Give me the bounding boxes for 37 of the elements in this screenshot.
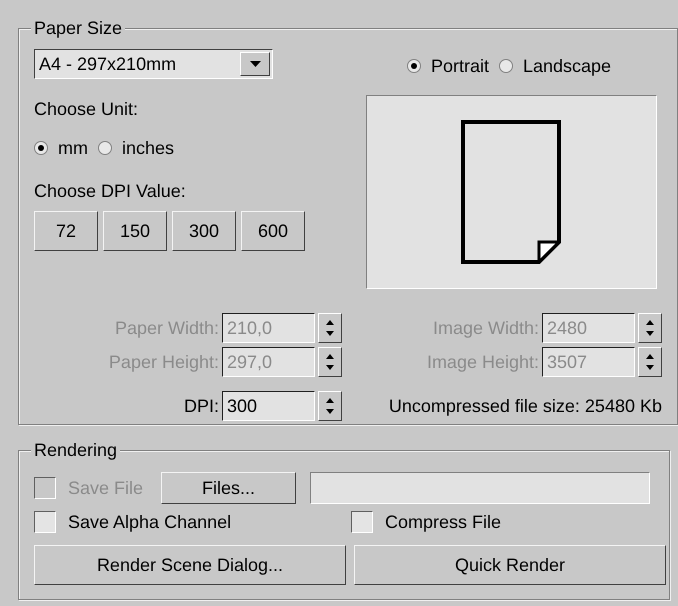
page-icon bbox=[461, 120, 561, 264]
files-button[interactable]: Files... bbox=[161, 472, 296, 504]
field-label: Paper Width: bbox=[114, 318, 219, 338]
radio-button[interactable] bbox=[406, 59, 421, 73]
render-button[interactable]: Render Scene Dialog... bbox=[34, 545, 346, 585]
radio-label[interactable]: mm bbox=[58, 138, 88, 158]
spinner[interactable] bbox=[318, 391, 342, 421]
field-label: Image Width: bbox=[432, 318, 539, 338]
number-field[interactable]: 300 bbox=[222, 391, 315, 421]
checkbox[interactable] bbox=[34, 511, 56, 533]
paper-size-dropdown[interactable]: A4 - 297x210mm bbox=[34, 49, 273, 79]
dpi-button[interactable]: 600 bbox=[241, 211, 305, 251]
spinner[interactable] bbox=[318, 313, 342, 343]
checkbox-label[interactable]: Compress File bbox=[385, 512, 502, 532]
radio-button[interactable] bbox=[34, 141, 48, 155]
radio-button[interactable] bbox=[498, 59, 513, 73]
checkbox[interactable] bbox=[351, 511, 373, 533]
file-path-field[interactable] bbox=[310, 472, 650, 504]
radio-label[interactable]: inches bbox=[122, 138, 174, 158]
field-label: Image Height: bbox=[426, 352, 539, 372]
radio-label[interactable]: Landscape bbox=[522, 56, 612, 76]
dpi-button[interactable]: 72 bbox=[34, 211, 98, 251]
radio-label[interactable]: Portrait bbox=[430, 56, 489, 76]
field-label: Paper Height: bbox=[108, 352, 219, 372]
dpi-label: Choose DPI Value: bbox=[34, 180, 187, 203]
field-label: DPI: bbox=[184, 396, 219, 416]
checkbox-label[interactable]: Save Alpha Channel bbox=[68, 512, 232, 532]
spinner[interactable] bbox=[638, 313, 662, 343]
dropdown-arrow-icon bbox=[250, 61, 260, 67]
dpi-button[interactable]: 150 bbox=[103, 211, 167, 251]
unit-label: Choose Unit: bbox=[34, 98, 140, 121]
spinner[interactable] bbox=[638, 347, 662, 377]
dpi-button[interactable]: 300 bbox=[172, 211, 236, 251]
render-button[interactable]: Quick Render bbox=[354, 545, 666, 585]
file-size-text: Uncompressed file size: 25480 Kb bbox=[388, 395, 662, 418]
spinner[interactable] bbox=[318, 347, 342, 377]
radio-button[interactable] bbox=[98, 141, 112, 155]
